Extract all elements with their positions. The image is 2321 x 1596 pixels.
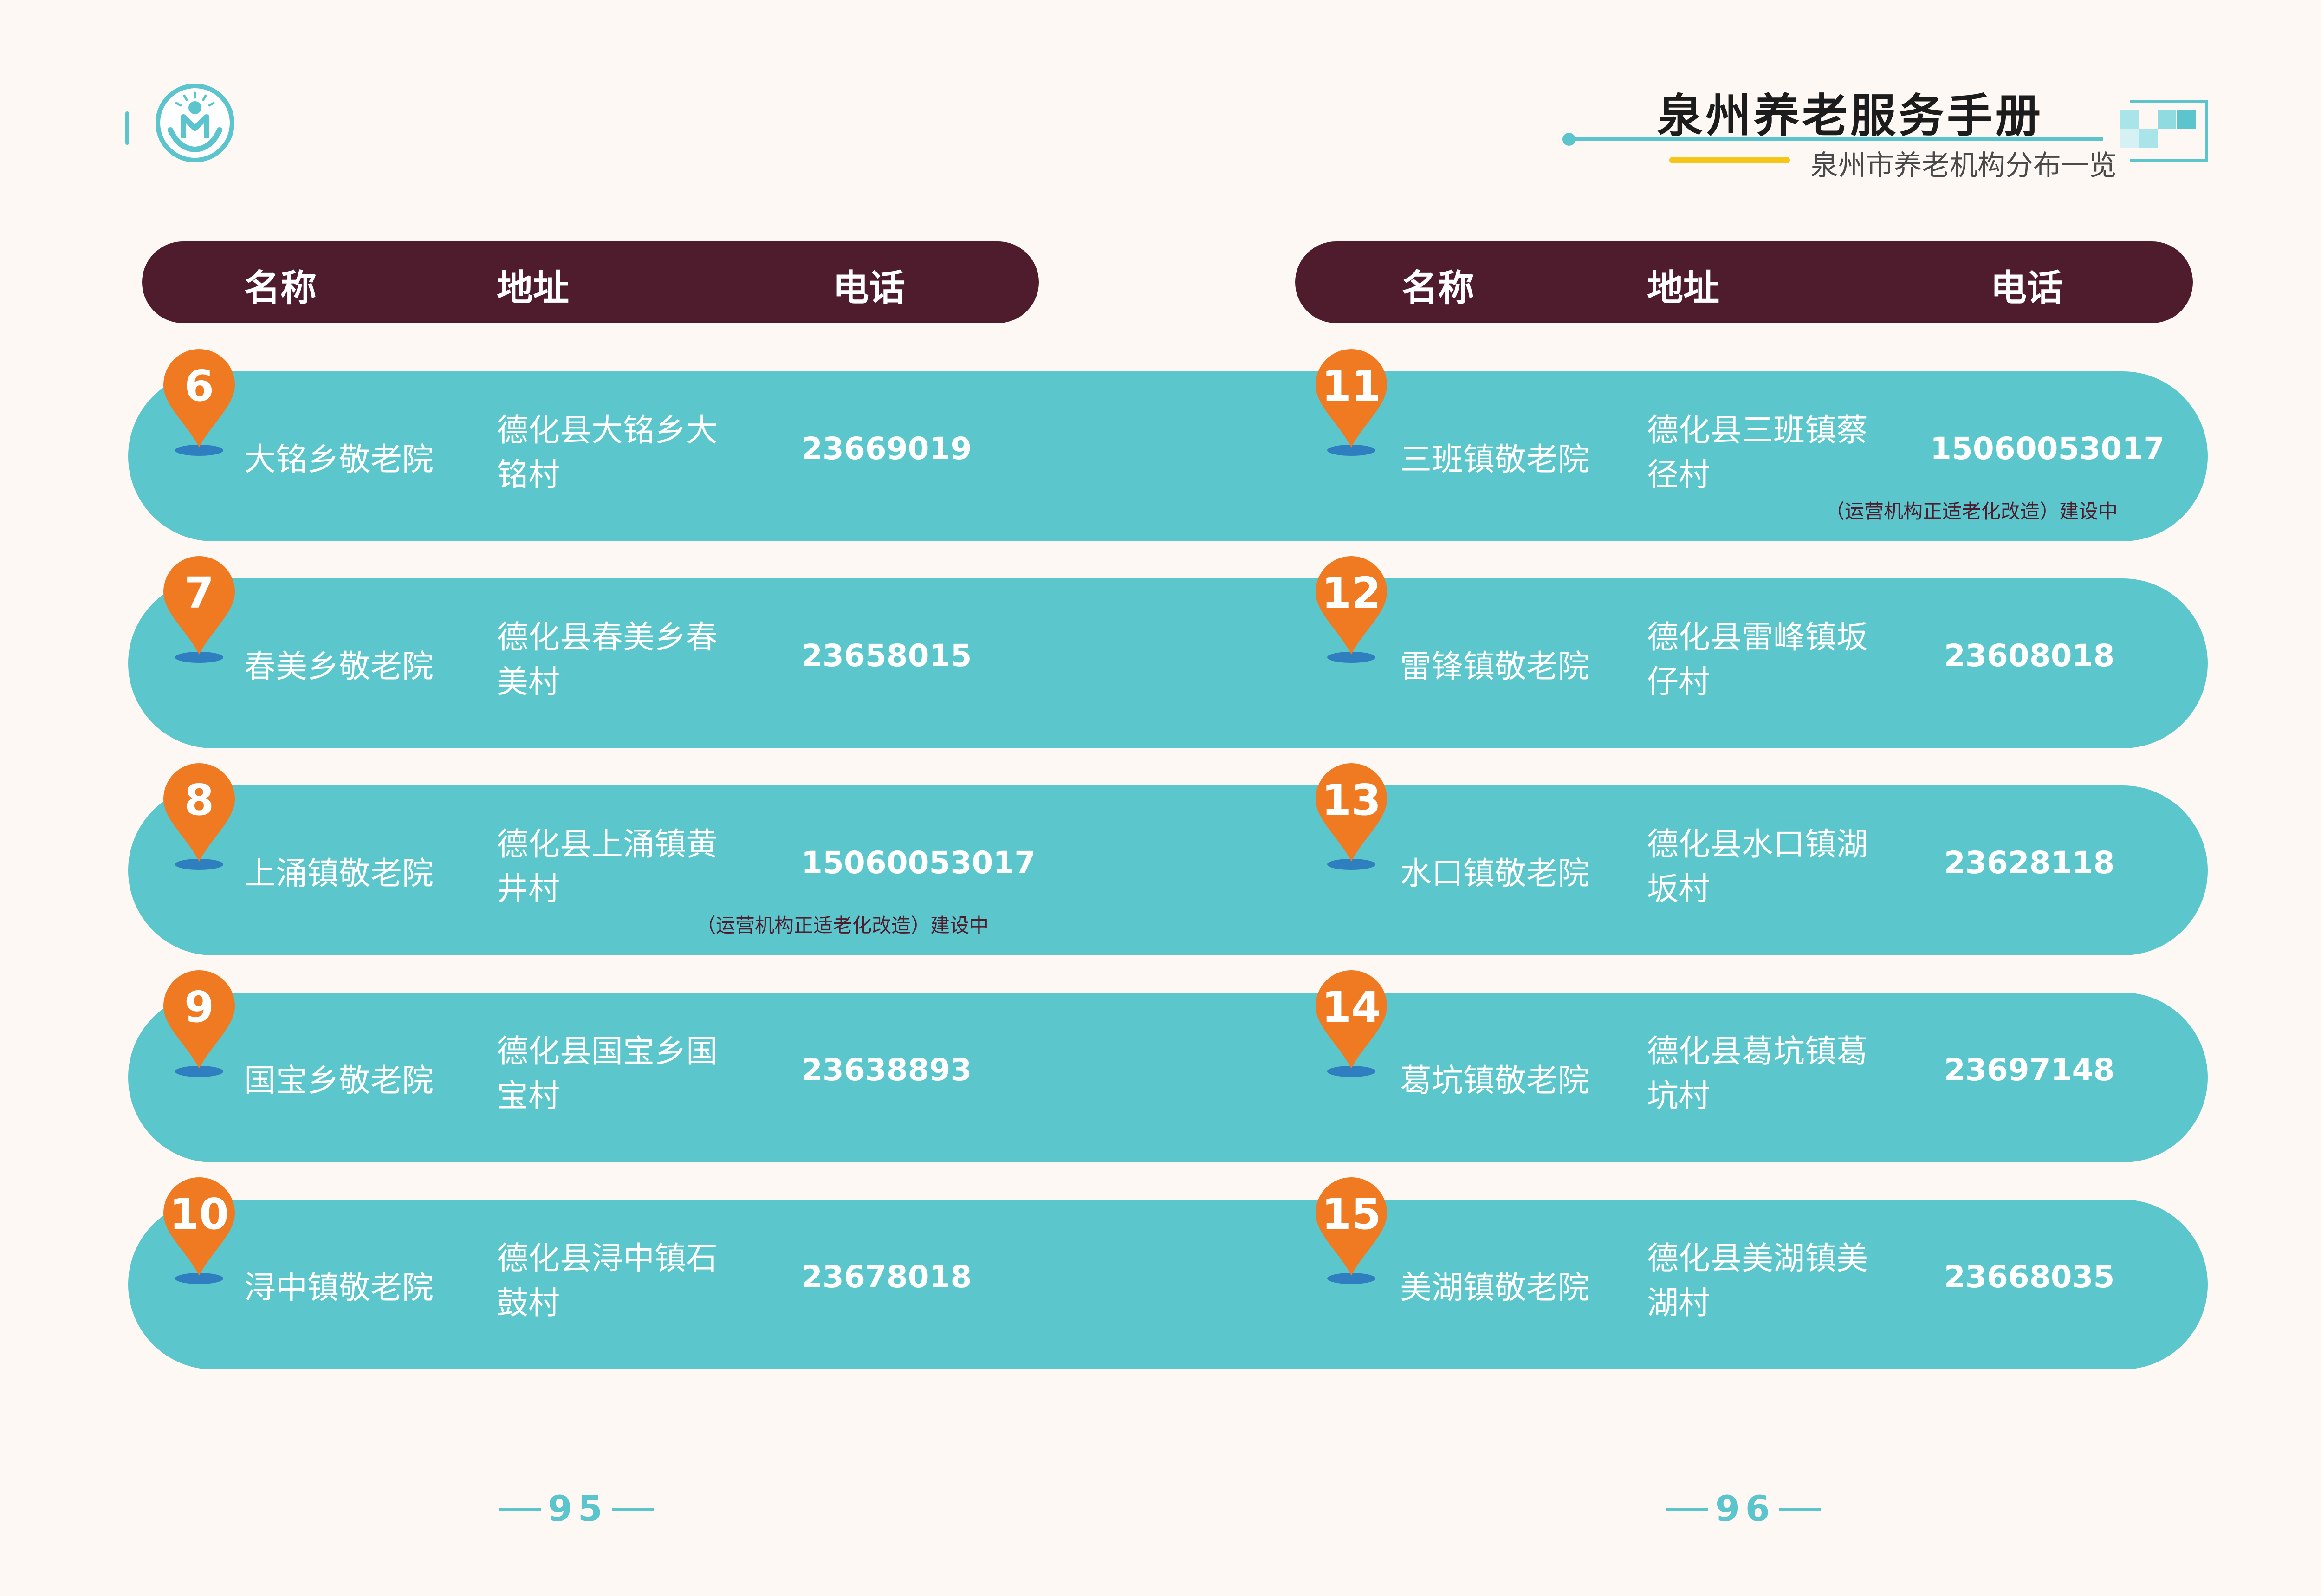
header-divider-line <box>1569 137 2103 141</box>
address-line-1: 德化县三班镇蔡 <box>1647 412 1868 449</box>
address-line-2: 铭村 <box>497 457 560 493</box>
facility-address: 德化县美湖镇美 湖村 <box>1647 1237 1868 1326</box>
address-line-2: 鼓村 <box>497 1285 560 1322</box>
facility-address: 德化县雷峰镇坂 仔村 <box>1647 616 1868 705</box>
table-row-band <box>128 993 2208 1162</box>
facility-name: 上涌镇敬老院 <box>244 856 434 892</box>
table-row-band <box>128 1200 2208 1369</box>
header-decoration <box>2120 92 2209 162</box>
address-line-2: 坂村 <box>1647 871 1711 908</box>
left-table-header: 名称 地址 电话 <box>142 241 1039 323</box>
location-pin-icon: 8 <box>160 759 239 871</box>
column-name-label: 名称 <box>1402 267 1475 309</box>
page-rule <box>499 1508 541 1511</box>
address-line-2: 宝村 <box>497 1078 560 1115</box>
column-phone-label: 电话 <box>833 267 906 309</box>
section-subtitle: 泉州市养老机构分布一览 <box>1810 149 2117 182</box>
address-line-1: 德化县春美乡春 <box>497 619 718 656</box>
table-row-band <box>128 785 2208 955</box>
facility-name: 水口镇敬老院 <box>1400 856 1590 892</box>
facility-phone: 23697148 <box>1944 1052 2115 1088</box>
facility-phone: 23678018 <box>801 1259 972 1295</box>
location-pin-icon: 14 <box>1312 967 1391 1078</box>
pin-number: 8 <box>184 775 214 825</box>
facility-name: 春美乡敬老院 <box>244 649 434 685</box>
address-line-2: 美村 <box>497 664 560 701</box>
facility-phone: 23658015 <box>801 638 972 674</box>
facility-phone: 23669019 <box>801 431 972 467</box>
facility-address: 德化县葛坑镇葛 坑村 <box>1647 1030 1868 1119</box>
construction-note: （运营机构正适老化改造）建设中 <box>696 914 989 937</box>
address-line-1: 德化县上涌镇黄 <box>497 826 718 863</box>
pin-number: 11 <box>1321 361 1381 411</box>
address-line-1: 德化县美湖镇美 <box>1647 1240 1868 1277</box>
location-pin-icon: 15 <box>1312 1174 1391 1285</box>
address-line-2: 径村 <box>1647 457 1711 493</box>
facility-address: 德化县浔中镇石 鼓村 <box>497 1237 718 1326</box>
address-line-1: 德化县大铭乡大 <box>497 412 718 449</box>
facility-name: 美湖镇敬老院 <box>1400 1270 1590 1306</box>
location-pin-icon: 7 <box>160 552 239 664</box>
facility-address: 德化县春美乡春 美村 <box>497 616 718 705</box>
facility-name: 浔中镇敬老院 <box>244 1270 434 1306</box>
construction-note: （运营机构正适老化改造）建设中 <box>1825 500 2118 523</box>
header-yellow-accent <box>1669 157 1790 163</box>
facility-name: 三班镇敬老院 <box>1400 441 1590 478</box>
page-rule <box>1779 1508 1821 1511</box>
facility-phone: 23638893 <box>801 1052 972 1088</box>
address-line-2: 仔村 <box>1647 664 1711 701</box>
facility-phone: 15060053017 <box>1930 431 2165 467</box>
page-rule <box>612 1508 654 1511</box>
pin-number: 6 <box>184 361 214 411</box>
pin-number: 9 <box>184 982 214 1032</box>
pin-number: 14 <box>1321 982 1381 1032</box>
address-line-1: 德化县雷峰镇坂 <box>1647 619 1868 656</box>
address-line-1: 德化县浔中镇石 <box>497 1240 718 1277</box>
location-pin-icon: 13 <box>1312 759 1391 871</box>
column-name-label: 名称 <box>244 267 317 309</box>
location-pin-icon: 9 <box>160 967 239 1078</box>
facility-address: 德化县上涌镇黄 井村 <box>497 823 718 912</box>
handbook-title: 泉州养老服务手册 <box>1657 89 2043 143</box>
facility-address: 德化县三班镇蔡 径村 <box>1647 409 1868 498</box>
pin-number: 15 <box>1321 1189 1381 1239</box>
facility-name: 大铭乡敬老院 <box>244 441 434 478</box>
facility-name: 国宝乡敬老院 <box>244 1063 434 1099</box>
pin-number: 7 <box>184 568 214 618</box>
header-accent-bar <box>125 111 129 145</box>
address-line-1: 德化县水口镇湖 <box>1647 826 1868 863</box>
address-line-2: 坑村 <box>1647 1078 1711 1115</box>
location-pin-icon: 10 <box>160 1174 239 1285</box>
facility-address: 德化县国宝乡国 宝村 <box>497 1030 718 1119</box>
page-rule <box>1666 1508 1708 1511</box>
table-row-band <box>128 578 2208 748</box>
pin-number: 10 <box>169 1189 229 1239</box>
facility-phone: 23668035 <box>1944 1259 2115 1295</box>
address-line-1: 德化县葛坑镇葛 <box>1647 1033 1868 1070</box>
column-address-label: 地址 <box>1647 267 1720 309</box>
facility-phone: 23608018 <box>1944 638 2115 674</box>
elderly-care-logo <box>156 84 234 162</box>
column-phone-label: 电话 <box>1990 267 2063 309</box>
facility-address: 德化县大铭乡大 铭村 <box>497 409 718 498</box>
page-number-left: 95 <box>548 1488 608 1529</box>
facility-name: 雷锋镇敬老院 <box>1400 649 1590 685</box>
address-line-2: 湖村 <box>1647 1285 1711 1322</box>
right-table-header: 名称 地址 电话 <box>1295 241 2193 323</box>
location-pin-icon: 11 <box>1312 345 1391 457</box>
facility-name: 葛坑镇敬老院 <box>1400 1063 1590 1099</box>
page-number-right: 96 <box>1715 1488 1776 1529</box>
location-pin-icon: 12 <box>1312 552 1391 664</box>
facility-address: 德化县水口镇湖 坂村 <box>1647 823 1868 912</box>
pin-number: 12 <box>1321 568 1381 618</box>
location-pin-icon: 6 <box>160 345 239 457</box>
pin-number: 13 <box>1321 775 1381 825</box>
address-line-1: 德化县国宝乡国 <box>497 1033 718 1070</box>
address-line-2: 井村 <box>497 871 560 908</box>
facility-phone: 15060053017 <box>801 845 1036 881</box>
facility-phone: 23628118 <box>1944 845 2115 881</box>
column-address-label: 地址 <box>497 267 570 309</box>
